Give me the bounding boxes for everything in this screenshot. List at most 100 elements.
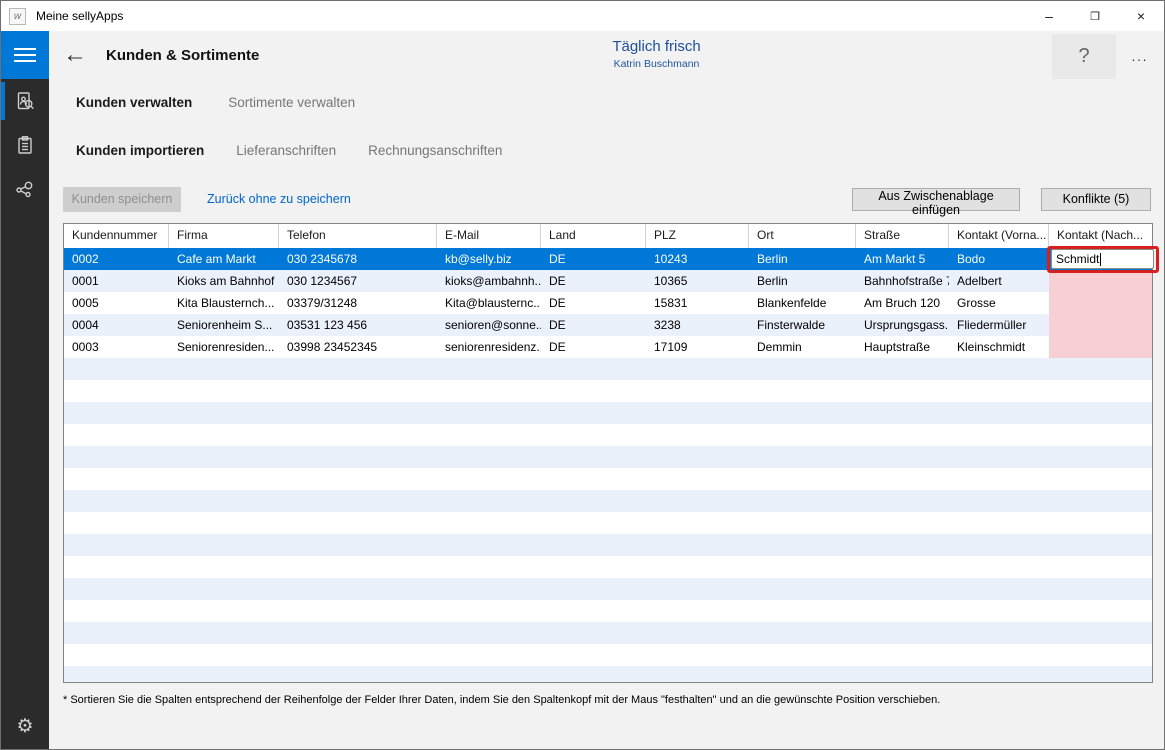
table-cell[interactable]: Finsterwalde xyxy=(749,314,856,336)
column-header[interactable]: Firma xyxy=(169,224,279,248)
table-cell[interactable]: 0005 xyxy=(64,292,169,314)
table-cell[interactable]: kb@selly.biz xyxy=(437,248,541,270)
table-cell[interactable]: Hauptstraße xyxy=(856,336,949,358)
table-cell[interactable]: 0003 xyxy=(64,336,169,358)
text-caret xyxy=(1100,253,1101,266)
table-cell[interactable]: 0002 xyxy=(64,248,169,270)
table-cell[interactable]: Kita Blausternch... xyxy=(169,292,279,314)
close-button[interactable]: × xyxy=(1118,1,1164,31)
table-cell[interactable]: Grosse xyxy=(949,292,1049,314)
table-cell[interactable]: 0001 xyxy=(64,270,169,292)
table-cell[interactable]: kioks@ambahnh... xyxy=(437,270,541,292)
table-cell[interactable]: Blankenfelde xyxy=(749,292,856,314)
table-cell[interactable]: senioren@sonne... xyxy=(437,314,541,336)
table-cell[interactable]: DE xyxy=(541,314,646,336)
share-icon xyxy=(14,178,36,200)
page-title: Kunden & Sortimente xyxy=(106,31,259,81)
table-cell[interactable]: seniorenresidenz... xyxy=(437,336,541,358)
page-header: ← Kunden & Sortimente Täglich frisch Kat… xyxy=(49,31,1164,83)
primary-tabs: Kunden verwalten Sortimente verwalten xyxy=(76,95,355,110)
maximize-button[interactable]: ❐ xyxy=(1072,1,1118,31)
tab-rechnungsanschriften[interactable]: Rechnungsanschriften xyxy=(368,143,502,158)
brand-user: Katrin Buschmann xyxy=(554,58,759,70)
table-cell[interactable]: 3238 xyxy=(646,314,749,336)
table-cell[interactable]: Cafe am Markt xyxy=(169,248,279,270)
window-title: Meine sellyApps xyxy=(36,9,123,23)
column-header[interactable]: PLZ xyxy=(646,224,749,248)
table-cell[interactable]: DE xyxy=(541,336,646,358)
table-cell[interactable]: Kita@blausternc... xyxy=(437,292,541,314)
more-options-button[interactable]: ... xyxy=(1118,34,1162,79)
sidebar-item-customers[interactable] xyxy=(1,79,49,123)
column-header[interactable]: Kundennummer xyxy=(64,224,169,248)
table-cell[interactable]: Schmidt xyxy=(1049,248,1152,270)
sidebar-item-settings[interactable]: ⚙ xyxy=(1,711,49,741)
table-cell[interactable] xyxy=(1049,314,1152,336)
table-cell[interactable]: Kleinschmidt xyxy=(949,336,1049,358)
conflicts-button[interactable]: Konflikte (5) xyxy=(1041,188,1151,211)
table-row[interactable]: 0004Seniorenheim S...03531 123 456senior… xyxy=(64,314,1152,336)
table-cell[interactable]: 030 2345678 xyxy=(279,248,437,270)
table-row[interactable]: 0001Kioks am Bahnhof030 1234567kioks@amb… xyxy=(64,270,1152,292)
tab-kunden-verwalten[interactable]: Kunden verwalten xyxy=(76,95,192,110)
column-header[interactable]: Ort xyxy=(749,224,856,248)
column-header[interactable]: Land xyxy=(541,224,646,248)
column-header[interactable]: E-Mail xyxy=(437,224,541,248)
table-row[interactable]: 0003Seniorenresiden...03998 23452345seni… xyxy=(64,336,1152,358)
gear-icon: ⚙ xyxy=(16,715,33,738)
app-logo-icon: w xyxy=(9,8,26,25)
table-cell[interactable] xyxy=(1049,292,1152,314)
table-cell[interactable] xyxy=(1049,270,1152,292)
hamburger-menu-button[interactable] xyxy=(1,31,49,79)
table-cell[interactable]: 17109 xyxy=(646,336,749,358)
table-cell[interactable]: DE xyxy=(541,248,646,270)
column-header[interactable]: Telefon xyxy=(279,224,437,248)
app-window: w Meine sellyApps – ❐ × xyxy=(0,0,1165,750)
tab-sortimente-verwalten[interactable]: Sortimente verwalten xyxy=(228,95,355,110)
table-cell[interactable]: 10243 xyxy=(646,248,749,270)
table-cell[interactable]: Adelbert xyxy=(949,270,1049,292)
table-cell[interactable]: Seniorenheim S... xyxy=(169,314,279,336)
table-cell[interactable]: Demmin xyxy=(749,336,856,358)
sidebar-item-orders[interactable] xyxy=(1,123,49,167)
table-cell[interactable]: Bodo xyxy=(949,248,1049,270)
column-header[interactable]: Straße xyxy=(856,224,949,248)
brand-block: Täglich frisch Katrin Buschmann xyxy=(554,38,759,70)
table-cell[interactable]: Berlin xyxy=(749,248,856,270)
clipboard-icon xyxy=(14,134,36,156)
table-row[interactable]: 0002Cafe am Markt030 2345678kb@selly.biz… xyxy=(64,248,1152,270)
column-header[interactable]: Kontakt (Nach... xyxy=(1049,224,1152,248)
tab-lieferanschriften[interactable]: Lieferanschriften xyxy=(236,143,336,158)
table-cell[interactable]: 10365 xyxy=(646,270,749,292)
table-cell[interactable]: 03998 23452345 xyxy=(279,336,437,358)
table-cell[interactable]: Berlin xyxy=(749,270,856,292)
table-row[interactable]: 0005Kita Blausternch...03379/31248Kita@b… xyxy=(64,292,1152,314)
contact-lastname-input[interactable]: Schmidt xyxy=(1051,249,1154,269)
table-cell[interactable] xyxy=(1049,336,1152,358)
table-cell[interactable]: 15831 xyxy=(646,292,749,314)
back-without-saving-link[interactable]: Zurück ohne zu speichern xyxy=(207,192,351,206)
table-cell[interactable]: 030 1234567 xyxy=(279,270,437,292)
table-cell[interactable]: Seniorenresiden... xyxy=(169,336,279,358)
table-cell[interactable]: Fliedermüller xyxy=(949,314,1049,336)
table-cell[interactable]: Ursprungsgass... xyxy=(856,314,949,336)
table-cell[interactable]: Am Markt 5 xyxy=(856,248,949,270)
table-cell[interactable]: DE xyxy=(541,270,646,292)
table-cell[interactable]: Bahnhofstraße 7 xyxy=(856,270,949,292)
hamburger-icon xyxy=(14,48,36,50)
table-cell[interactable]: Kioks am Bahnhof xyxy=(169,270,279,292)
minimize-button[interactable]: – xyxy=(1026,1,1072,31)
column-header[interactable]: Kontakt (Vorna... xyxy=(949,224,1049,248)
table-cell[interactable]: 03531 123 456 xyxy=(279,314,437,336)
table-cell[interactable]: 03379/31248 xyxy=(279,292,437,314)
table-cell[interactable]: 0004 xyxy=(64,314,169,336)
help-button[interactable]: ? xyxy=(1052,34,1116,79)
grid-body: 0002Cafe am Markt030 2345678kb@selly.biz… xyxy=(64,248,1152,358)
table-cell[interactable]: Am Bruch 120 xyxy=(856,292,949,314)
save-customers-button[interactable]: Kunden speichern xyxy=(63,187,181,212)
tab-kunden-importieren[interactable]: Kunden importieren xyxy=(76,143,204,158)
paste-from-clipboard-button[interactable]: Aus Zwischenablage einfügen xyxy=(852,188,1020,211)
sidebar-item-share[interactable] xyxy=(1,167,49,211)
back-button[interactable]: ← xyxy=(63,39,87,71)
table-cell[interactable]: DE xyxy=(541,292,646,314)
